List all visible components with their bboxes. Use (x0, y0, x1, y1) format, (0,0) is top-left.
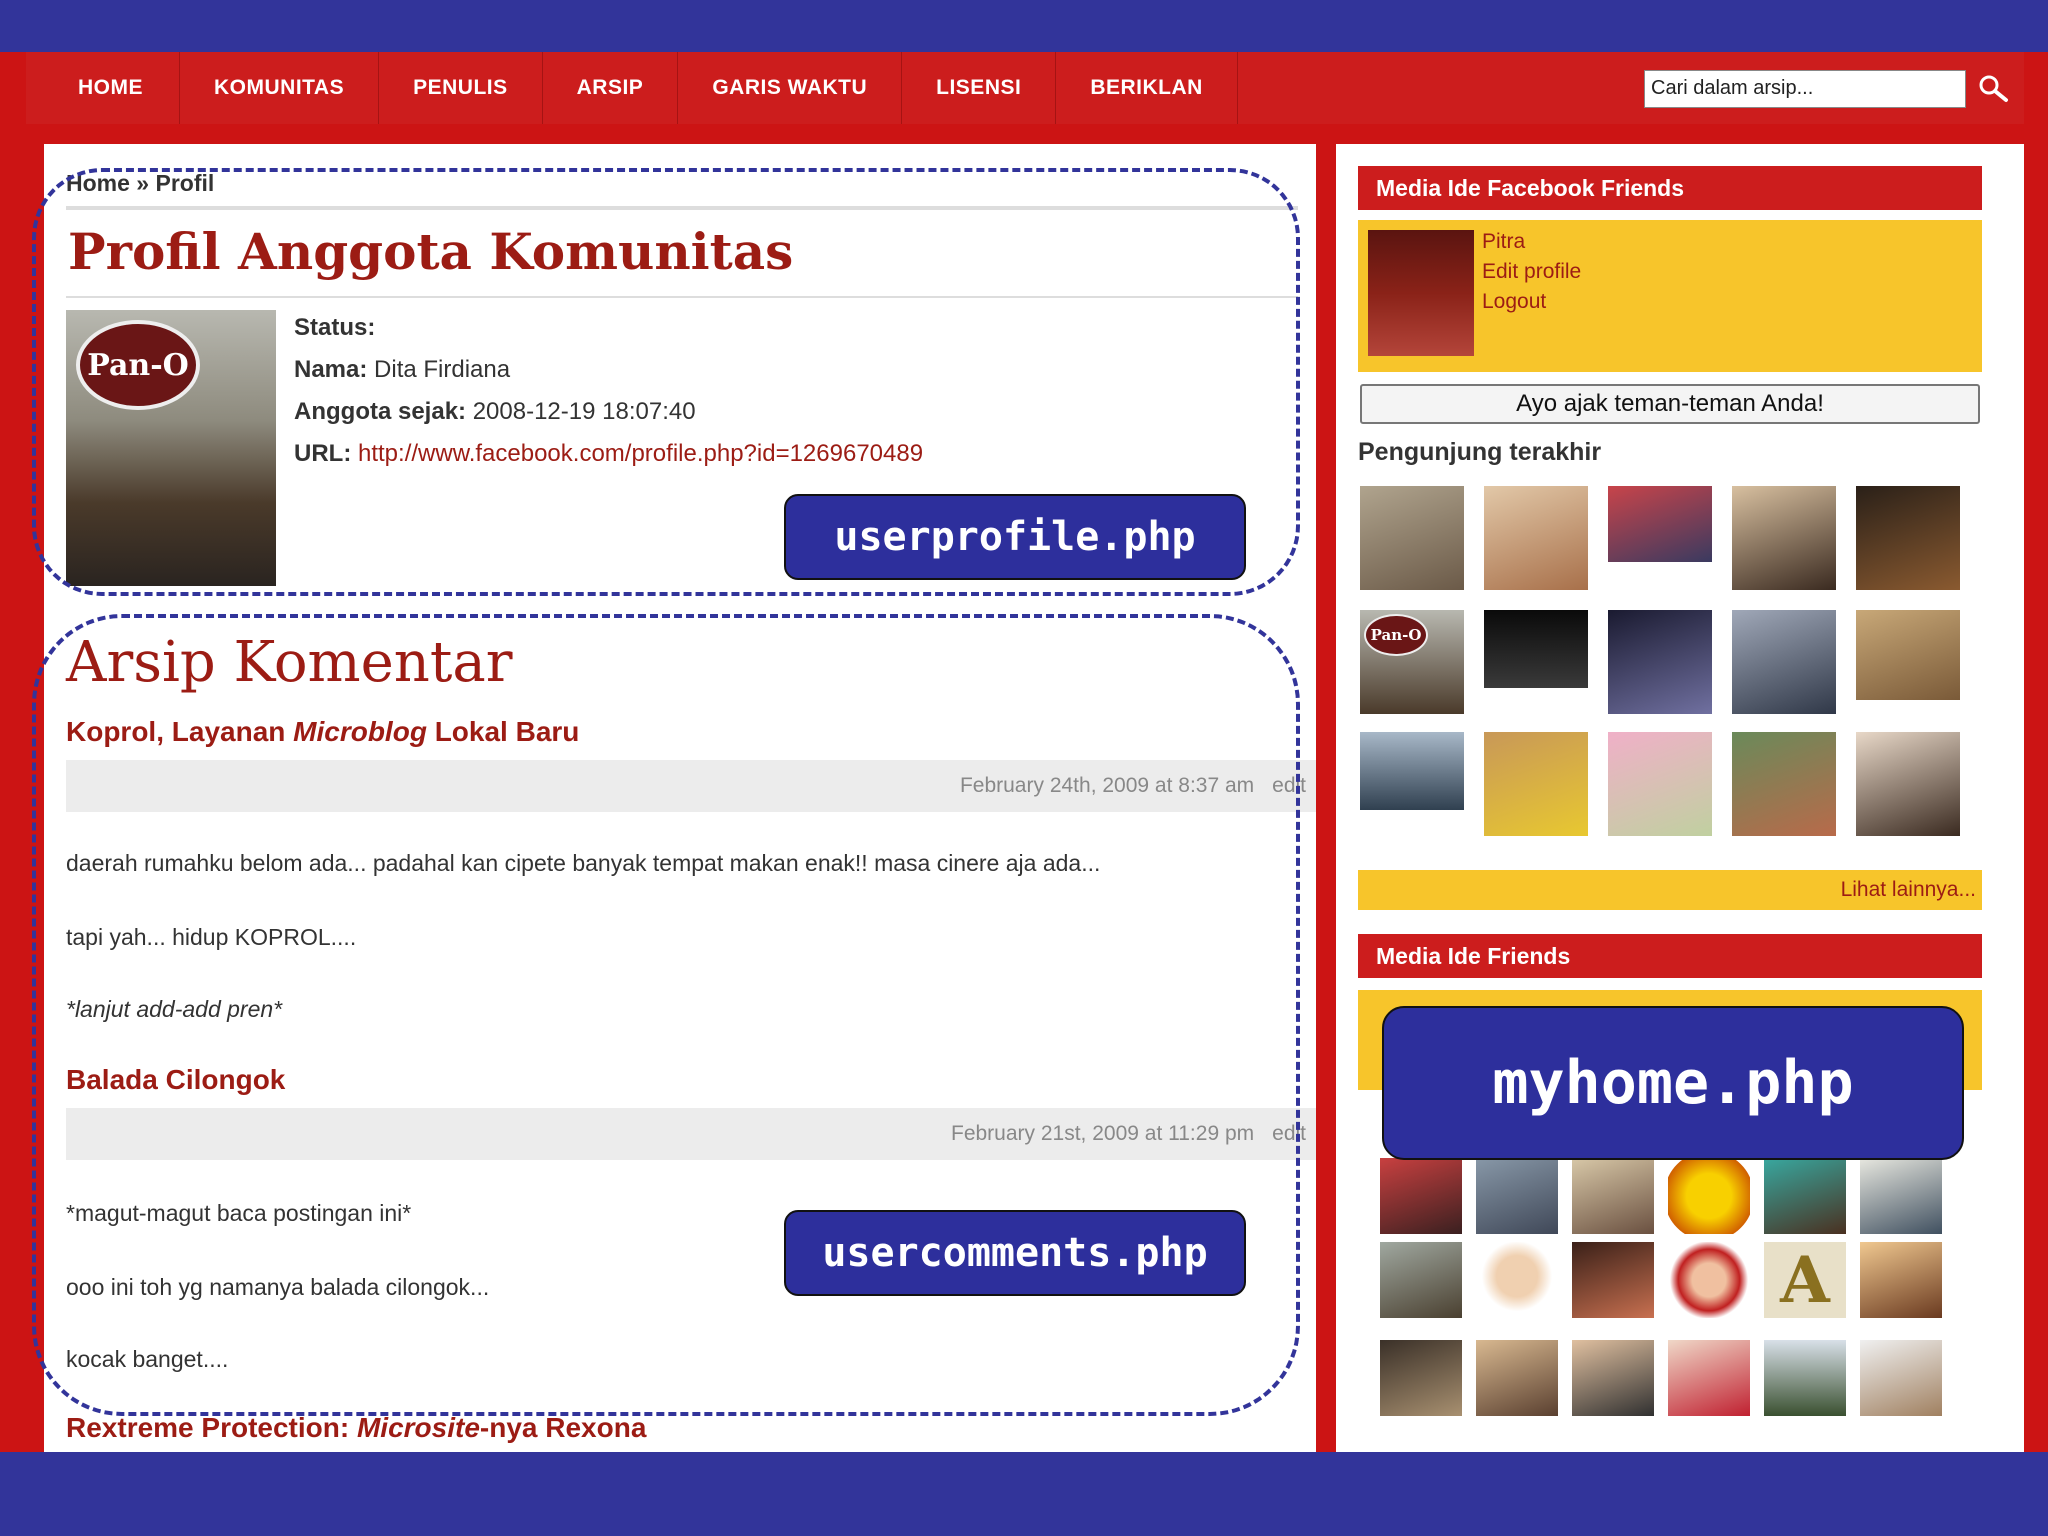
logout-link[interactable]: Logout (1482, 290, 1546, 314)
fb-user-avatar[interactable] (1368, 230, 1474, 356)
visitor-avatar[interactable] (1360, 486, 1464, 590)
visitor-avatar[interactable] (1856, 732, 1960, 836)
visitor-avatar[interactable] (1484, 486, 1588, 590)
friend-avatar[interactable] (1764, 1340, 1846, 1416)
search-icon[interactable] (1976, 72, 2010, 106)
edit-profile-link[interactable]: Edit profile (1482, 260, 1581, 284)
friend-avatar[interactable] (1572, 1340, 1654, 1416)
visitor-avatar[interactable] (1856, 610, 1960, 700)
friend-avatar[interactable] (1668, 1242, 1750, 1318)
sidebar: Media Ide Facebook Friends Pitra Edit pr… (1336, 144, 2024, 1452)
nav-beriklan[interactable]: BERIKLAN (1056, 52, 1238, 124)
post-title-emphasis: Microsite (356, 1412, 480, 1443)
restaurant-logo: Pan-O (1364, 614, 1428, 656)
post-title-part: Rextreme Protection: (66, 1412, 357, 1443)
more-visitors-link[interactable]: Lihat lainnya... (1358, 870, 1982, 910)
visitor-avatar[interactable] (1360, 732, 1464, 810)
visitor-avatar[interactable] (1732, 732, 1836, 836)
friend-avatar[interactable] (1668, 1340, 1750, 1416)
search-input[interactable]: Cari dalam arsip... (1644, 70, 1966, 108)
friend-avatar[interactable] (1572, 1242, 1654, 1318)
visitor-avatar[interactable] (1608, 732, 1712, 836)
friend-avatar[interactable] (1860, 1340, 1942, 1416)
visitor-avatar[interactable] (1608, 486, 1712, 562)
friends-header: Media Ide Friends (1358, 934, 1982, 978)
friend-avatar[interactable] (1380, 1158, 1462, 1234)
friend-avatar[interactable] (1860, 1242, 1942, 1318)
nav-garis-waktu[interactable]: GARIS WAKTU (678, 52, 903, 124)
fb-friends-header: Media Ide Facebook Friends (1358, 166, 1982, 210)
footer-band (0, 1452, 2048, 1536)
nav-penulis[interactable]: PENULIS (379, 52, 543, 124)
userprofile-label: userprofile.php (784, 494, 1246, 580)
friend-avatar-letter[interactable]: A (1764, 1242, 1846, 1318)
visitor-avatar[interactable] (1484, 732, 1588, 836)
top-navbar: HOME KOMUNITAS PENULIS ARSIP GARIS WAKTU… (26, 52, 2024, 124)
friend-avatar[interactable] (1668, 1158, 1750, 1234)
friend-avatar[interactable] (1476, 1340, 1558, 1416)
nav-lisensi[interactable]: LISENSI (902, 52, 1057, 124)
nav-arsip[interactable]: ARSIP (543, 52, 679, 124)
visitor-avatar[interactable] (1484, 610, 1588, 688)
fb-user-link[interactable]: Pitra (1482, 230, 1525, 254)
post-title-part: -nya Rexona (479, 1412, 647, 1443)
visitor-avatar[interactable]: Pan-O (1360, 610, 1464, 714)
nav-home[interactable]: HOME (26, 52, 180, 124)
myhome-label: myhome.php (1382, 1006, 1964, 1160)
recent-visitors-title: Pengunjung terakhir (1358, 438, 1602, 466)
usercomments-label: usercomments.php (784, 1210, 1246, 1296)
friend-avatar[interactable] (1380, 1340, 1462, 1416)
visitor-avatar[interactable] (1608, 610, 1712, 714)
friend-avatar[interactable] (1380, 1242, 1462, 1318)
fb-user-box: Pitra Edit profile Logout (1358, 220, 1982, 372)
friend-avatar[interactable] (1764, 1158, 1846, 1234)
invite-friends-button[interactable]: Ayo ajak teman-teman Anda! (1360, 384, 1980, 424)
visitor-avatar[interactable] (1732, 610, 1836, 714)
post-title-rextreme[interactable]: Rextreme Protection: Microsite-nya Rexon… (66, 1412, 646, 1444)
friend-avatar[interactable] (1476, 1158, 1558, 1234)
friend-avatar[interactable] (1476, 1242, 1558, 1318)
friend-avatar[interactable] (1572, 1158, 1654, 1234)
nav-komunitas[interactable]: KOMUNITAS (180, 52, 380, 124)
visitor-avatar[interactable] (1856, 486, 1960, 590)
friend-avatar[interactable] (1860, 1158, 1942, 1234)
visitor-avatar[interactable] (1732, 486, 1836, 590)
